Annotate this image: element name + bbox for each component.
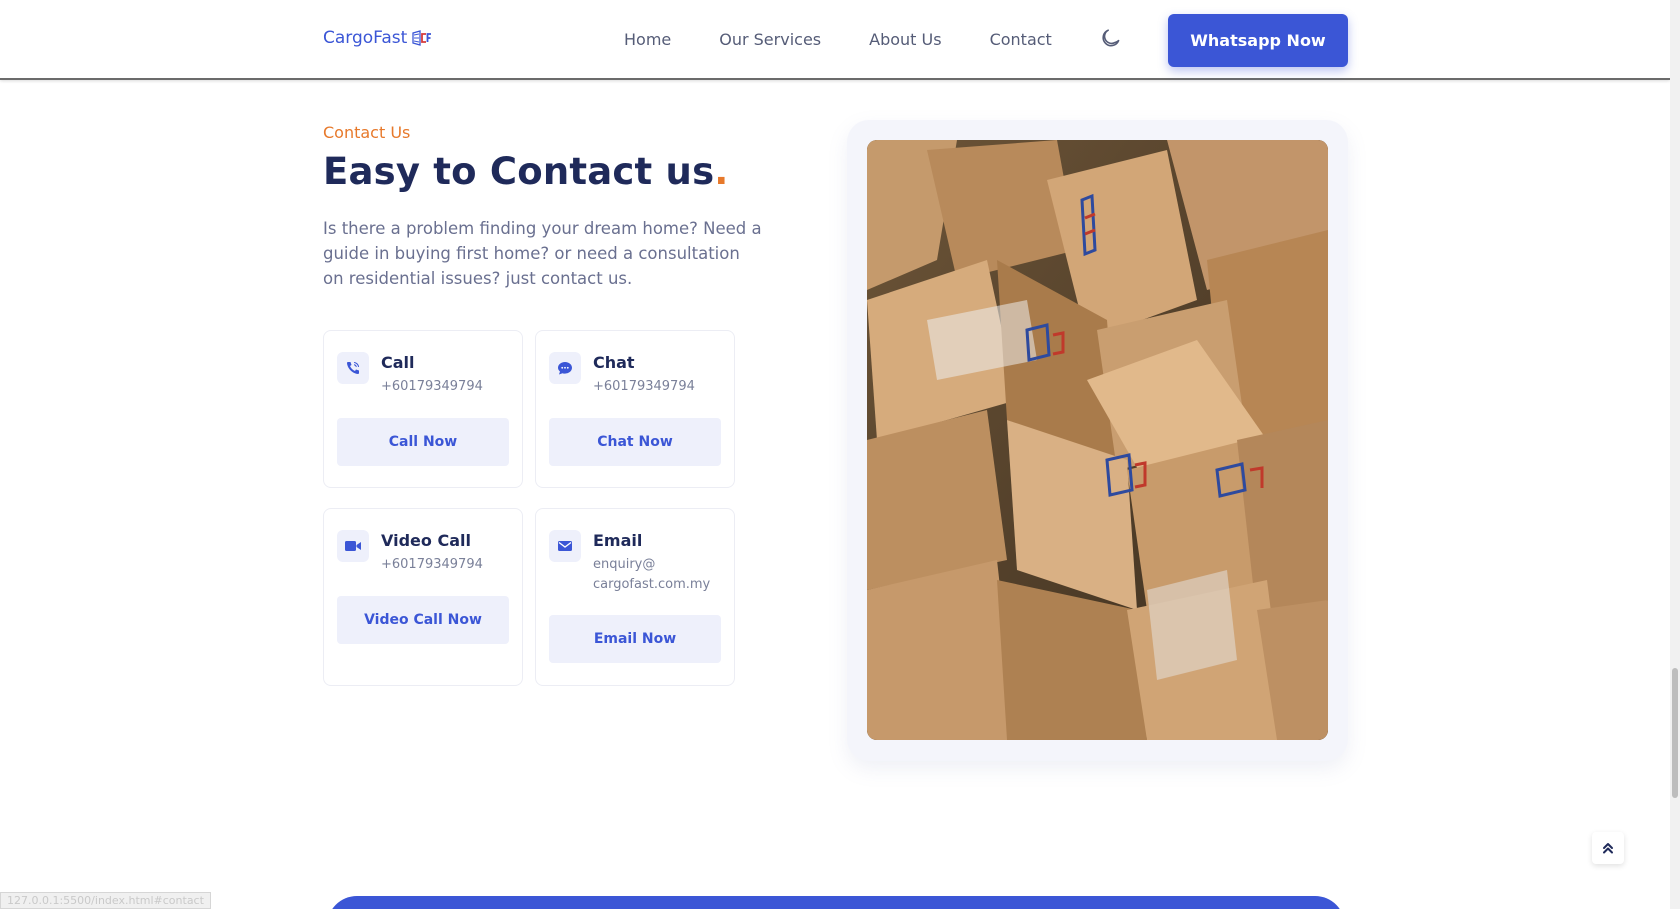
contact-card-call: Call +60179349794 Call Now: [323, 330, 523, 488]
chat-now-button[interactable]: Chat Now: [549, 418, 721, 466]
card-title: Call: [381, 353, 415, 372]
section-title: Easy to Contact us.: [323, 150, 729, 193]
logo-text: CargoFast: [323, 28, 408, 48]
cardboard-boxes-image: [867, 140, 1328, 740]
section-description: Is there a problem finding your dream ho…: [323, 219, 762, 288]
chat-bubble-icon: [549, 352, 581, 384]
card-value: +60179349794: [381, 379, 483, 394]
title-accent-dot: .: [714, 150, 729, 193]
contact-card-chat: Chat +60179349794 Chat Now: [535, 330, 735, 488]
status-url: 127.0.0.1:5500/index.html#contact: [0, 892, 211, 909]
call-now-button[interactable]: Call Now: [337, 418, 509, 466]
logo[interactable]: CargoFast: [323, 28, 432, 48]
next-section-band: [327, 896, 1345, 909]
scrollbar[interactable]: [1670, 0, 1680, 909]
site-header: CargoFast Home Our Services About Us Con…: [0, 0, 1670, 80]
whatsapp-now-button[interactable]: Whatsapp Now: [1168, 14, 1348, 67]
video-call-now-button[interactable]: Video Call Now: [337, 596, 509, 644]
moon-icon[interactable]: [1100, 27, 1122, 49]
nav-about-us[interactable]: About Us: [869, 30, 941, 49]
envelope-icon: [549, 530, 581, 562]
main-nav: Home Our Services About Us Contact: [624, 30, 1100, 49]
card-value: +60179349794: [381, 557, 483, 572]
image-frame: [847, 120, 1348, 761]
section-title-text: Easy to Contact us: [323, 150, 715, 193]
card-value: +60179349794: [593, 379, 695, 394]
contact-card-video-call: Video Call +60179349794 Video Call Now: [323, 508, 523, 686]
nav-our-services[interactable]: Our Services: [719, 30, 821, 49]
logo-mark-icon: [412, 30, 432, 46]
back-to-top-button[interactable]: [1592, 832, 1624, 864]
card-title: Video Call: [381, 531, 471, 550]
email-now-button[interactable]: Email Now: [549, 615, 721, 663]
phone-icon: [337, 352, 369, 384]
video-camera-icon: [337, 530, 369, 562]
card-value: enquiry@ cargofast.com.my: [593, 557, 711, 592]
double-chevron-up-icon: [1603, 843, 1613, 854]
card-title: Chat: [593, 353, 635, 372]
scrollbar-thumb[interactable]: [1672, 668, 1678, 798]
card-title: Email: [593, 531, 643, 550]
nav-contact[interactable]: Contact: [990, 30, 1052, 49]
section-eyebrow: Contact Us: [323, 123, 411, 142]
nav-home[interactable]: Home: [624, 30, 671, 49]
contact-card-email: Email enquiry@ cargofast.com.my Email No…: [535, 508, 735, 686]
